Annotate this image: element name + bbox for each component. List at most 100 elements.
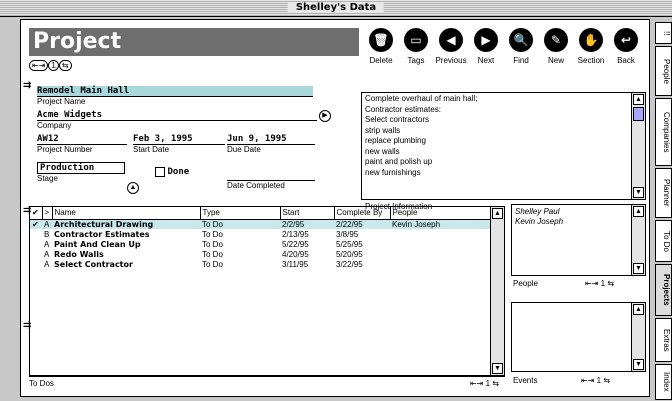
scroll-button[interactable]: ⇆ — [607, 279, 614, 288]
due-date-value[interactable]: Jun 9, 1995 — [227, 134, 315, 145]
scroll-down-icon[interactable]: ▼ — [633, 359, 644, 370]
scroll-button[interactable]: ⇆ — [58, 60, 72, 71]
table-row[interactable]: B Contractor Estimates To Do 2/13/95 3/8/95 — [30, 229, 490, 239]
column-header[interactable]: Start — [280, 207, 335, 220]
table-row[interactable]: A Redo Walls To Do 4/20/95 5/20/95 — [30, 249, 490, 259]
people-scrollbar[interactable]: ▲ ▼ — [631, 205, 645, 275]
tab-projects[interactable]: Projects — [655, 264, 672, 316]
todo-list[interactable]: ✔ > Name Type Start Complete By People ✔ A Archi… — [29, 206, 505, 376]
person-line[interactable]: Shelley Paul — [515, 207, 642, 217]
people-text[interactable]: Shelley Paul Kevin Joseph — [512, 205, 645, 229]
date-completed-field[interactable]: Date Completed — [227, 170, 315, 190]
todo-type-cell: To Do — [200, 219, 280, 229]
column-header[interactable]: > — [42, 207, 53, 220]
column-header[interactable]: Complete By — [334, 207, 391, 220]
project-number-field[interactable]: AW12 Project Number — [37, 134, 127, 154]
due-date-field[interactable]: Jun 9, 1995 Due Date — [227, 134, 315, 154]
tab-planner[interactable]: Planner — [655, 168, 672, 218]
scroll-thumb[interactable] — [633, 107, 644, 121]
first-last-button[interactable]: ⇤⇥ — [470, 379, 483, 388]
events-scrollbar[interactable]: ▲ ▼ — [631, 303, 645, 371]
previous-button[interactable]: ◀ Previous — [431, 28, 471, 65]
scroll-up-icon[interactable]: ▲ — [633, 206, 644, 217]
first-last-button[interactable]: ⇤⇥ — [581, 376, 594, 385]
date-completed-value[interactable] — [227, 170, 315, 181]
todo-name-cell: Architectural Drawing — [52, 219, 200, 229]
done-checkbox[interactable]: Done — [155, 166, 189, 177]
project-name-value[interactable]: Remodel Main Hall — [37, 86, 313, 97]
scroll-button[interactable]: ⇆ — [603, 376, 610, 385]
todo-check-cell — [30, 239, 42, 249]
record-number: 1 — [600, 279, 606, 288]
table-row[interactable]: A Select Contractor To Do 3/11/95 3/22/95 — [30, 259, 490, 269]
notes-line: paint and polish up — [365, 157, 433, 166]
scroll-up-icon[interactable]: ▲ — [633, 94, 644, 105]
tags-button[interactable]: ▭ Tags — [396, 28, 436, 65]
stage-value[interactable]: Production — [37, 162, 125, 174]
new-button[interactable]: ✎ New — [536, 28, 576, 65]
tab-people[interactable]: People — [655, 46, 672, 96]
back-button[interactable]: ↩ Back — [606, 28, 646, 65]
toolbar-label: New — [547, 56, 564, 65]
todo-scrollbar[interactable]: ▲ ▼ — [490, 207, 504, 375]
table-row[interactable]: ✔ A Architectural Drawing To Do 2/2/95 2/22/9… — [30, 219, 490, 229]
todo-start-cell: 5/22/95 — [282, 239, 309, 249]
start-date-value[interactable]: Feb 3, 1995 — [133, 134, 225, 145]
tab-to-do[interactable]: To Do — [655, 220, 672, 262]
toolbar-label: Next — [477, 56, 495, 65]
due-date-label: Due Date — [227, 145, 261, 154]
project-name-field[interactable]: Remodel Main Hall Project Name — [37, 86, 313, 106]
todo-name-cell: Redo Walls — [54, 249, 104, 259]
person-line[interactable]: Kevin Joseph — [515, 217, 642, 227]
toolbar-label: Delete — [369, 56, 393, 65]
record-pager[interactable]: ⇤⇥ 1 ⇆ — [29, 60, 72, 71]
column-header[interactable]: People — [390, 207, 491, 220]
events-text[interactable] — [512, 303, 645, 307]
people-list[interactable]: Shelley Paul Kevin Joseph ▲ ▼ — [511, 204, 646, 276]
events-pager[interactable]: ⇤⇥ 1 ⇆ — [581, 376, 610, 385]
start-date-field[interactable]: Feb 3, 1995 Start Date — [133, 134, 225, 154]
company-link-icon[interactable]: ▶ — [319, 110, 331, 122]
column-header[interactable]: Name — [52, 207, 201, 220]
delete-button[interactable]: 🗑 Delete — [361, 28, 401, 65]
notes-text[interactable]: Complete overhaul of main hall; Contracto… — [362, 93, 632, 179]
find-button[interactable]: 🔍 Find — [501, 28, 541, 65]
next-button[interactable]: ▶ Next — [466, 28, 506, 65]
toolbar: 🗑 Delete ▭ Tags ◀ Previous ▶ Next 🔍 Find ✎ New ✋ Sect… — [361, 28, 646, 88]
project-number-value[interactable]: AW12 — [37, 134, 127, 145]
table-row[interactable]: A Paint And Clean Up To Do 5/22/95 5/25/95 — [30, 239, 490, 249]
tab--[interactable]: !! — [655, 22, 672, 44]
first-last-button[interactable]: ⇤⇥ — [585, 279, 598, 288]
todo-pager[interactable]: ⇤⇥ 1 ⇆ — [470, 379, 499, 388]
back-icon: ↩ — [614, 28, 638, 52]
scroll-up-icon[interactable]: ▲ — [492, 208, 503, 219]
company-field[interactable]: Acme Widgets Company — [37, 110, 317, 130]
scroll-down-icon[interactable]: ▼ — [633, 263, 644, 274]
company-value[interactable]: Acme Widgets — [37, 110, 317, 121]
stage-field[interactable]: Production Stage — [37, 162, 125, 183]
section-button[interactable]: ✋ Section — [571, 28, 611, 65]
done-checkbox-box[interactable] — [155, 166, 165, 177]
scroll-up-icon[interactable]: ▲ — [633, 304, 644, 315]
tags-icon: ▭ — [404, 28, 428, 52]
column-header[interactable]: ✔ — [30, 207, 43, 220]
section-icon: ✋ — [579, 28, 603, 52]
todo-complete-cell: 5/25/95 — [336, 239, 363, 249]
window-titlebar[interactable]: Shelley's Data — [0, 0, 672, 17]
scroll-down-icon[interactable]: ▼ — [633, 187, 644, 198]
scroll-button[interactable]: ⇆ — [492, 379, 499, 388]
section-tabs: !! People Companies Planner To Do Projects Ext… — [655, 22, 672, 400]
column-header[interactable]: Type — [200, 207, 281, 220]
stage-dropdown-icon[interactable]: ▲ — [127, 182, 139, 194]
people-pager[interactable]: ⇤⇥ 1 ⇆ — [585, 279, 614, 288]
notes-line: replace plumbing — [365, 136, 426, 145]
tab-index[interactable]: Index — [655, 364, 672, 400]
first-last-button[interactable]: ⇤⇥ — [29, 60, 49, 71]
scroll-down-icon[interactable]: ▼ — [492, 363, 503, 374]
previous-icon: ◀ — [439, 28, 463, 52]
project-information-notes[interactable]: Complete overhaul of main hall; Contracto… — [361, 92, 646, 200]
tab-companies[interactable]: Companies — [655, 98, 672, 166]
events-list[interactable]: ▲ ▼ — [511, 302, 646, 372]
notes-scrollbar[interactable]: ▲ ▼ — [631, 93, 645, 199]
tab-extras[interactable]: Extras — [655, 318, 672, 362]
